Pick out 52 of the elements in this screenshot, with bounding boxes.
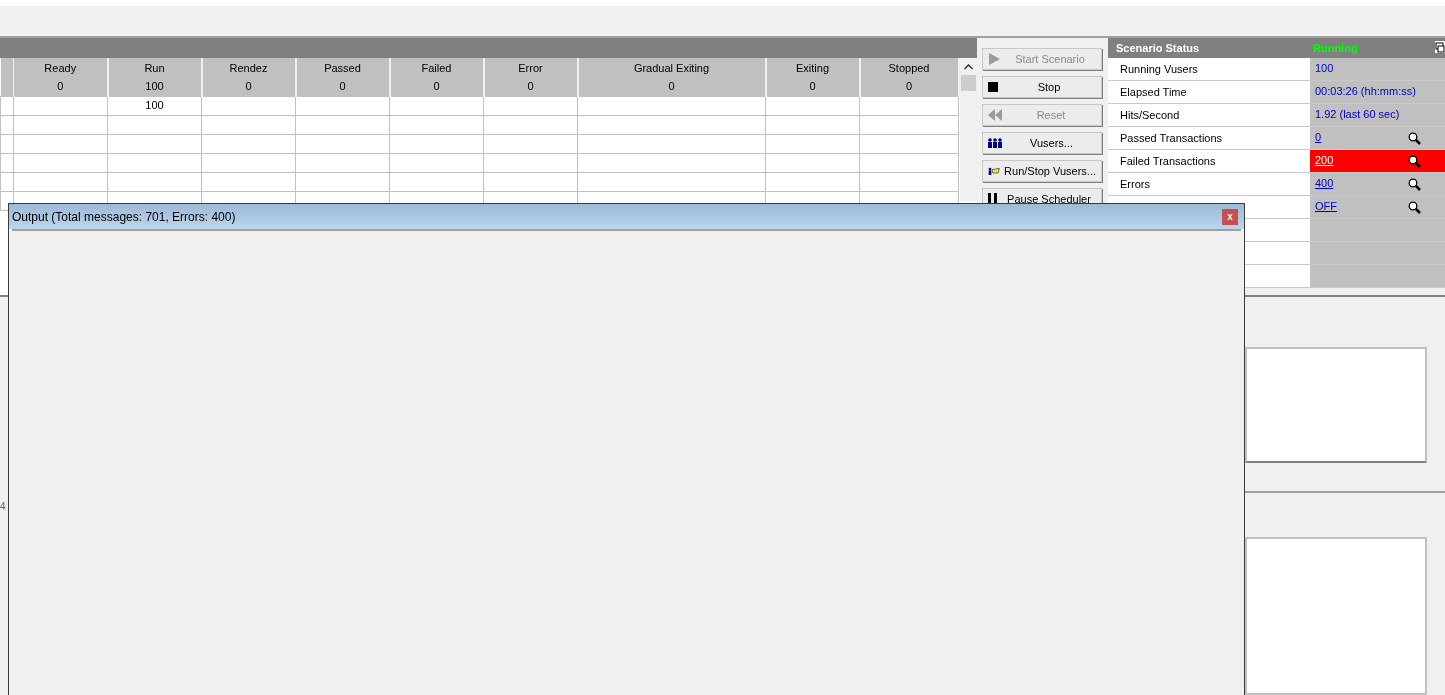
window-title: Output (Total messages: 701, Errors: 400) <box>12 208 237 226</box>
search-icon[interactable] <box>1408 201 1421 214</box>
restore-icon[interactable] <box>1435 41 1445 53</box>
column-header: Failed <box>420 60 453 76</box>
toolbar-button[interactable]: Vusers... <box>982 132 1102 154</box>
status-link[interactable]: 400 <box>1315 175 1408 192</box>
run-stop-icon <box>988 165 1001 177</box>
status-label: Running Vusers <box>1120 63 1198 75</box>
stop-icon <box>988 82 998 92</box>
search-icon[interactable] <box>1408 178 1421 191</box>
column-count: 0 <box>526 78 535 94</box>
users-icon <box>988 138 1003 148</box>
status-link[interactable]: OFF <box>1315 198 1408 215</box>
column-count: 0 <box>338 78 347 94</box>
column-header: Stopped <box>887 60 931 76</box>
table-cell: 100 <box>107 96 202 115</box>
column-count: 100 <box>144 78 165 94</box>
column-header: Run <box>143 60 166 76</box>
toolbar-button[interactable]: Run/Stop Vusers... <box>982 160 1102 182</box>
search-icon[interactable] <box>1408 132 1421 145</box>
status-value: 100 <box>1315 61 1334 76</box>
scroll-thumb[interactable] <box>960 75 976 91</box>
column-header: Exiting <box>795 60 830 76</box>
status-label: Errors <box>1120 178 1150 190</box>
column-count: 0 <box>808 78 817 94</box>
column-count: 0 <box>667 78 676 94</box>
panel-title: Scenario Status <box>1116 40 1201 56</box>
column-header: Gradual Exiting <box>632 60 711 76</box>
play-icon <box>988 53 1000 65</box>
status-link[interactable]: 200 <box>1315 152 1408 169</box>
column-header: Passed <box>323 60 362 76</box>
column-header: Error <box>517 60 544 76</box>
status-link[interactable]: 0 <box>1315 129 1408 146</box>
column-count: 0 <box>904 78 914 94</box>
status-label: Failed Transactions <box>1120 155 1216 167</box>
column-header: Ready <box>43 60 78 76</box>
status-label: Hits/Second <box>1120 109 1180 121</box>
status-value: 00:03:26 (hh:mm:ss) <box>1315 84 1416 99</box>
search-icon[interactable] <box>1408 155 1421 168</box>
column-header: Rendez <box>228 60 269 76</box>
status-label: Passed Transactions <box>1120 132 1223 144</box>
toolbar-button[interactable]: Stop <box>982 76 1102 98</box>
rewind-icon <box>988 109 1002 121</box>
column-count: 0 <box>432 78 441 94</box>
scenario-state: Running <box>1313 40 1358 56</box>
scroll-up-icon[interactable] <box>963 64 973 70</box>
close-button[interactable]: x <box>1222 208 1238 225</box>
column-count: 0 <box>244 78 253 94</box>
status-value: 1.92 (last 60 sec) <box>1315 107 1400 122</box>
column-count: 0 <box>56 78 65 94</box>
axis-label: 4 <box>0 500 6 514</box>
status-label: Elapsed Time <box>1120 86 1187 98</box>
